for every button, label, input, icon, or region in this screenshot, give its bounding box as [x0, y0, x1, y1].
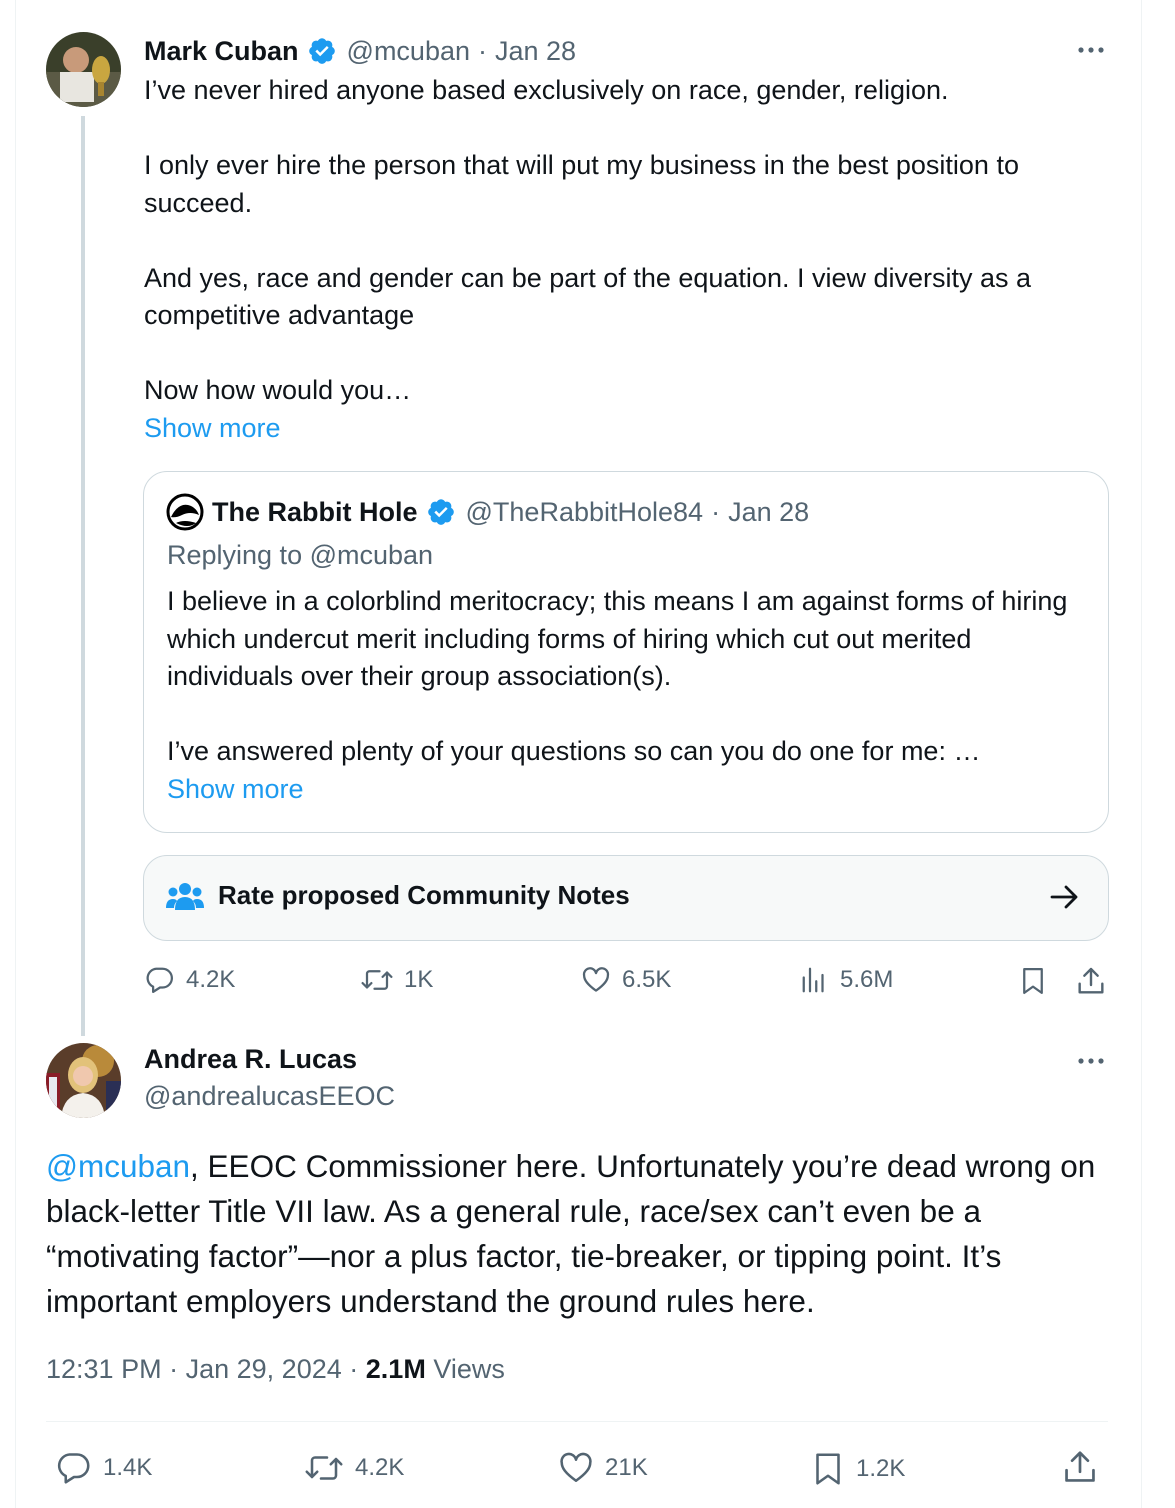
tweet-time[interactable]: 12:31 PM — [46, 1354, 162, 1384]
reply-button[interactable]: 4.2K — [144, 965, 235, 995]
like-count: 21K — [605, 1454, 648, 1481]
mention-link[interactable]: @mcuban — [46, 1148, 190, 1184]
reply-count: 4.2K — [186, 966, 236, 993]
author-name[interactable]: Mark Cuban — [144, 36, 299, 67]
community-notes-icon — [166, 883, 204, 910]
bookmark-icon — [816, 1453, 840, 1485]
tweet-paragraph: I only ever hire the person that will pu… — [144, 150, 1019, 218]
like-button[interactable]: 21K — [557, 1450, 648, 1486]
share-button[interactable] — [1075, 965, 1117, 997]
views-icon — [802, 967, 824, 993]
tweet2-meta: 12:31 PM · Jan 29, 2024 · 2.1M Views — [46, 1354, 505, 1385]
avatar-photo — [46, 1043, 121, 1118]
separator-dot: · — [478, 35, 487, 66]
tweet1-text: I’ve never hired anyone based exclusivel… — [144, 72, 1104, 447]
author-name[interactable]: Andrea R. Lucas — [144, 1044, 357, 1075]
community-notes-label: Rate proposed Community Notes — [218, 880, 630, 910]
repost-icon — [305, 1456, 343, 1480]
share-icon — [1065, 1451, 1095, 1482]
views-count: 2.1M — [365, 1354, 426, 1384]
verified-badge-icon — [308, 38, 335, 64]
like-button[interactable]: 6.5K — [580, 965, 671, 995]
quote-header: The Rabbit Hole @TheRabbitHole84 · Jan 2… — [166, 493, 809, 531]
avatar-photo — [46, 32, 121, 107]
bookmark-button[interactable] — [1018, 965, 1058, 997]
rabbit-hole-avatar[interactable] — [166, 493, 204, 531]
tweet-body: , EEOC Commissioner here. Unfortunately … — [46, 1148, 1096, 1319]
quote-date[interactable]: Jan 28 — [728, 497, 809, 528]
more-options-button[interactable] — [1075, 1049, 1107, 1078]
reply-icon — [57, 1453, 90, 1484]
views-label: Views — [433, 1354, 505, 1384]
show-more-link[interactable]: Show more — [144, 410, 1104, 448]
views-button[interactable]: 5.6M — [800, 965, 893, 995]
repost-count: 4.2K — [355, 1454, 405, 1481]
like-icon — [560, 1452, 592, 1483]
quote-paragraph: I’ve answered plenty of your questions s… — [167, 736, 981, 766]
bookmark-icon — [1023, 968, 1043, 994]
andrea-lucas-avatar[interactable] — [46, 1043, 121, 1118]
separator-dot: · — [711, 496, 721, 527]
bookmark-count: 1.2K — [856, 1455, 906, 1482]
repost-count: 1K — [404, 966, 434, 993]
tweet-paragraph: I’ve never hired anyone based exclusivel… — [144, 75, 949, 105]
reply-icon — [146, 967, 173, 993]
share-button[interactable] — [1061, 1448, 1109, 1486]
divider — [46, 1421, 1108, 1422]
quote-show-more-link[interactable]: Show more — [167, 771, 1087, 809]
author-handle[interactable]: @mcuban — [347, 36, 470, 67]
verified-badge-icon — [427, 499, 454, 525]
separator-dot: · — [349, 1354, 359, 1384]
tweet-paragraph: And yes, race and gender can be part of … — [144, 262, 1032, 331]
tweet1-header: Mark Cuban @mcuban · Jan 28 — [144, 33, 576, 69]
quoted-tweet[interactable]: The Rabbit Hole @TheRabbitHole84 · Jan 2… — [143, 471, 1109, 833]
quote-author-name[interactable]: The Rabbit Hole — [212, 497, 418, 528]
tweet-date[interactable]: Jan 29, 2024 — [186, 1354, 342, 1384]
quote-paragraph: I believe in a colorblind meritocracy; t… — [167, 586, 1068, 691]
quote-text: I believe in a colorblind meritocracy; t… — [167, 583, 1087, 808]
share-icon — [1078, 967, 1104, 994]
tweet2-text: @mcuban, EEOC Commissioner here. Unfortu… — [46, 1144, 1108, 1324]
reply-button[interactable]: 1.4K — [55, 1450, 152, 1486]
tweet-date[interactable]: Jan 28 — [495, 36, 576, 67]
replying-to[interactable]: Replying to @mcuban — [167, 540, 433, 571]
more-icon — [1078, 1058, 1104, 1064]
views-count: 5.6M — [840, 966, 894, 993]
arrow-right-icon — [1050, 885, 1078, 909]
separator-dot: · — [169, 1354, 179, 1384]
reply-count: 1.4K — [103, 1454, 153, 1481]
repost-button[interactable]: 4.2K — [303, 1450, 404, 1486]
bookmark-button[interactable]: 1.2K — [810, 1450, 905, 1488]
quote-author-handle[interactable]: @TheRabbitHole84 — [466, 497, 704, 528]
tweet-paragraph: Now how would you… — [144, 375, 412, 405]
community-notes-banner[interactable]: Rate proposed Community Notes — [143, 855, 1109, 941]
like-count: 6.5K — [622, 966, 672, 993]
mark-cuban-avatar[interactable] — [46, 32, 121, 107]
more-icon — [1078, 47, 1104, 53]
more-options-button[interactable] — [1075, 38, 1107, 67]
thread-line — [81, 116, 85, 1036]
repost-icon — [361, 970, 393, 990]
like-icon — [582, 967, 610, 992]
repost-button[interactable]: 1K — [360, 965, 433, 995]
author-handle[interactable]: @andrealucasEEOC — [144, 1081, 395, 1112]
